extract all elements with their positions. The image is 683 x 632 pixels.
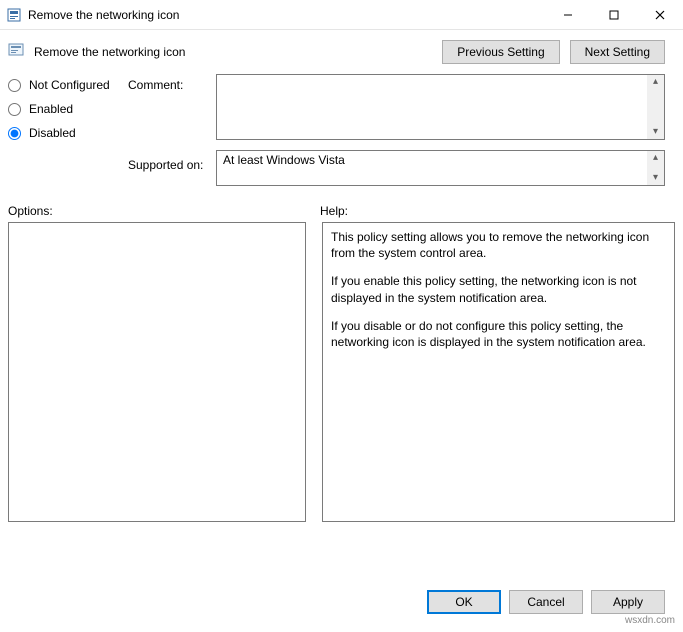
help-paragraph-2: If you enable this policy setting, the n… [331, 273, 666, 305]
comment-value[interactable] [217, 75, 647, 139]
policy-header-icon [8, 42, 28, 62]
titlebar: Remove the networking icon [0, 0, 683, 30]
panels-row: This policy setting allows you to remove… [0, 222, 683, 522]
radio-not-configured-input[interactable] [8, 79, 21, 92]
config-area: Not Configured Enabled Disabled Comment:… [0, 70, 683, 186]
section-labels: Options: Help: [0, 186, 683, 222]
radio-enabled-input[interactable] [8, 103, 21, 116]
radio-column: Not Configured Enabled Disabled [8, 74, 128, 186]
supported-on-label: Supported on: [128, 158, 216, 172]
maximize-button[interactable] [591, 0, 637, 29]
close-button[interactable] [637, 0, 683, 29]
radio-enabled[interactable]: Enabled [8, 102, 128, 116]
comment-textbox[interactable]: ▴ ▾ [216, 74, 665, 140]
apply-button[interactable]: Apply [591, 590, 665, 614]
radio-disabled[interactable]: Disabled [8, 126, 128, 140]
options-label: Options: [8, 204, 320, 218]
options-panel[interactable] [8, 222, 306, 522]
policy-icon [6, 7, 22, 23]
radio-enabled-label: Enabled [29, 102, 73, 116]
comment-scrollbar[interactable]: ▴ ▾ [647, 75, 664, 139]
policy-title: Remove the networking icon [34, 45, 442, 59]
minimize-button[interactable] [545, 0, 591, 29]
field-labels-column: Comment: Supported on: [128, 74, 216, 186]
help-paragraph-3: If you disable or do not configure this … [331, 318, 666, 350]
scroll-up-icon[interactable]: ▴ [647, 151, 664, 165]
supported-scrollbar[interactable]: ▴ ▾ [647, 151, 664, 185]
supported-on-value: At least Windows Vista [217, 151, 647, 185]
scroll-down-icon[interactable]: ▾ [647, 171, 664, 185]
help-paragraph-1: This policy setting allows you to remove… [331, 229, 666, 261]
next-setting-button[interactable]: Next Setting [570, 40, 665, 64]
window-title: Remove the networking icon [28, 8, 545, 22]
radio-not-configured[interactable]: Not Configured [8, 78, 128, 92]
header-row: Remove the networking icon Previous Sett… [0, 30, 683, 70]
radio-disabled-input[interactable] [8, 127, 21, 140]
nav-buttons: Previous Setting Next Setting [442, 40, 665, 64]
window-buttons [545, 0, 683, 29]
radio-disabled-label: Disabled [29, 126, 76, 140]
ok-button[interactable]: OK [427, 590, 501, 614]
help-panel[interactable]: This policy setting allows you to remove… [322, 222, 675, 522]
radio-not-configured-label: Not Configured [29, 78, 110, 92]
scroll-down-icon[interactable]: ▾ [647, 125, 664, 139]
scroll-up-icon[interactable]: ▴ [647, 75, 664, 89]
cancel-button[interactable]: Cancel [509, 590, 583, 614]
watermark: wsxdn.com [625, 615, 675, 626]
help-label: Help: [320, 204, 348, 218]
comment-label: Comment: [128, 78, 216, 140]
fields-column: ▴ ▾ At least Windows Vista ▴ ▾ [216, 74, 675, 186]
supported-on-box: At least Windows Vista ▴ ▾ [216, 150, 665, 186]
previous-setting-button[interactable]: Previous Setting [442, 40, 559, 64]
footer-buttons: OK Cancel Apply [427, 590, 665, 614]
